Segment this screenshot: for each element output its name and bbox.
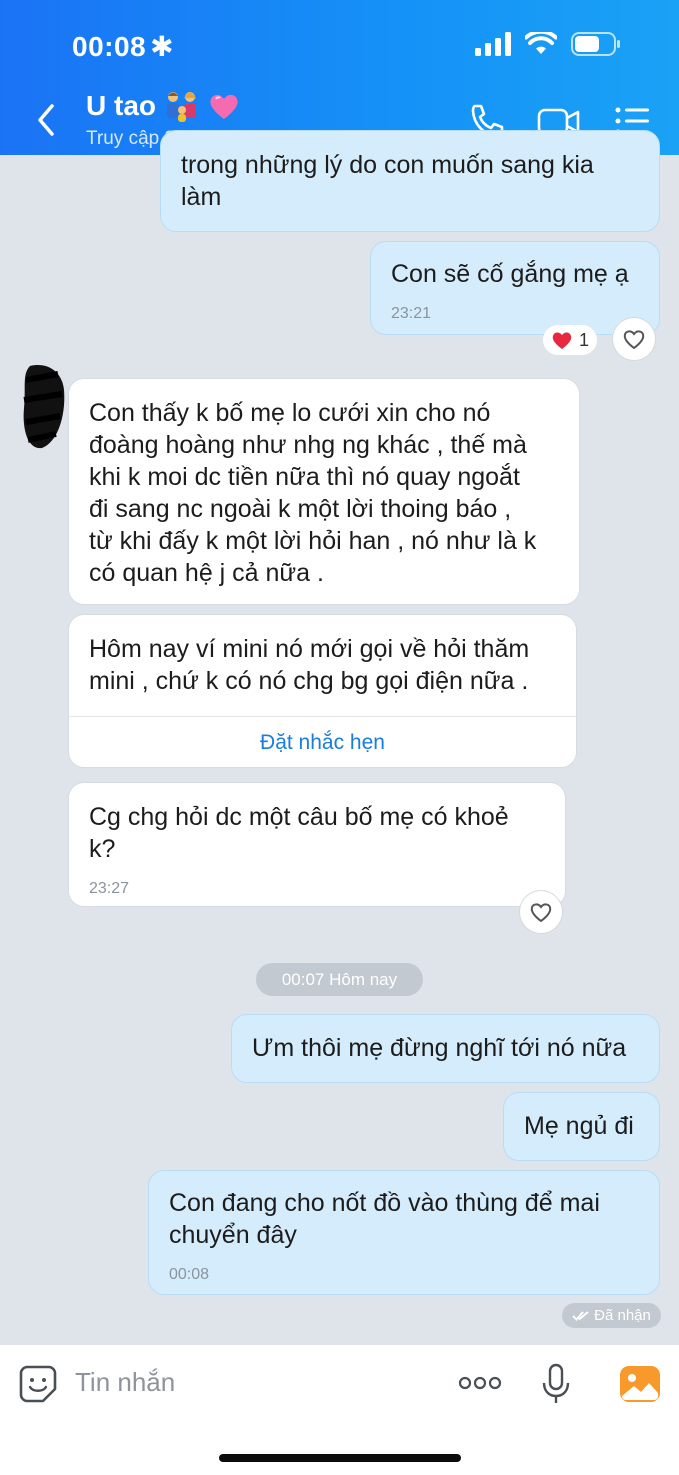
message-bubble-incoming[interactable]: Cg chg hỏi dc một câu bố mẹ có khoẻ k? 2… [68,782,566,907]
chat-title[interactable]: U tao [86,90,240,122]
battery-icon [571,32,620,56]
message-bubble-incoming[interactable]: Con thấy k bố mẹ lo cưới xin cho nó đoàn… [68,378,580,605]
message-input-bar: Tin nhắn [0,1345,679,1475]
message-text: Mẹ ngủ đi [524,1112,634,1140]
message-time: 23:27 [89,880,130,897]
wifi-icon [525,32,557,54]
heart-reaction-icon [552,332,572,349]
message-text: Hôm nay ví mini nó mới gọi về hỏi thăm m… [89,635,530,695]
message-text: Ưm thôi mẹ đừng nghĩ tới nó nữa [252,1034,627,1062]
reaction-count: 1 [579,329,590,350]
delivery-status-text: Đã nhận [594,1307,651,1324]
status-time: 00:08 ✱ [72,31,175,62]
message-text: Cg chg hỏi dc một câu bố mẹ có khoẻ k? [89,803,509,863]
reaction-count-badge[interactable]: 1 [543,325,598,355]
microphone-icon[interactable] [541,1363,571,1405]
gallery-image-icon[interactable] [619,1365,661,1403]
react-button[interactable] [612,317,656,361]
message-bubble-outgoing[interactable]: Ưm thôi mẹ đừng nghĩ tới nó nữa [231,1014,660,1083]
sticker-emoji-icon[interactable] [19,1365,57,1403]
message-bubble-outgoing[interactable]: Mẹ ngủ đi [503,1092,660,1161]
message-bubble-outgoing[interactable]: Con đang cho nốt đồ vào thùng để mai chu… [148,1170,660,1295]
message-bubble-incoming[interactable]: Hôm nay ví mini nó mới gọi về hỏi thăm m… [68,614,577,768]
heart-outline-icon [530,903,552,923]
message-bubble-outgoing[interactable]: trong những lý do con muốn sang kia làm [160,130,660,232]
back-icon[interactable] [30,100,64,140]
sparkling-heart-icon [210,94,238,119]
message-text: Con đang cho nốt đồ vào thùng để mai chu… [169,1189,600,1249]
family-emoji-icon [167,92,196,122]
message-time: 00:08 [169,1266,210,1283]
date-separator: 00:07 Hôm nay [256,963,423,996]
message-input[interactable]: Tin nhắn [75,1367,175,1398]
more-options-icon[interactable] [458,1375,502,1391]
cellular-signal-icon [475,32,511,56]
divider [69,716,576,717]
message-text: trong những lý do con muốn sang kia làm [181,151,594,211]
focus-asterisk-icon: ✱ [150,31,175,62]
message-text: Con sẽ cố gắng mẹ ạ [391,260,629,288]
home-indicator [219,1454,461,1462]
status-icons [475,32,621,56]
avatar-scribbled[interactable] [18,360,68,452]
react-button[interactable] [519,890,563,934]
heart-outline-icon [623,330,645,350]
delivery-status-badge: Đã nhận [562,1303,661,1328]
message-bubble-outgoing[interactable]: Con sẽ cố gắng mẹ ạ 23:21 [370,241,660,335]
message-time: 23:21 [391,305,432,322]
message-text: Con thấy k bố mẹ lo cưới xin cho nó đoàn… [89,399,537,587]
double-check-icon [572,1310,589,1321]
set-reminder-link[interactable]: Đặt nhắc hẹn [69,727,576,759]
